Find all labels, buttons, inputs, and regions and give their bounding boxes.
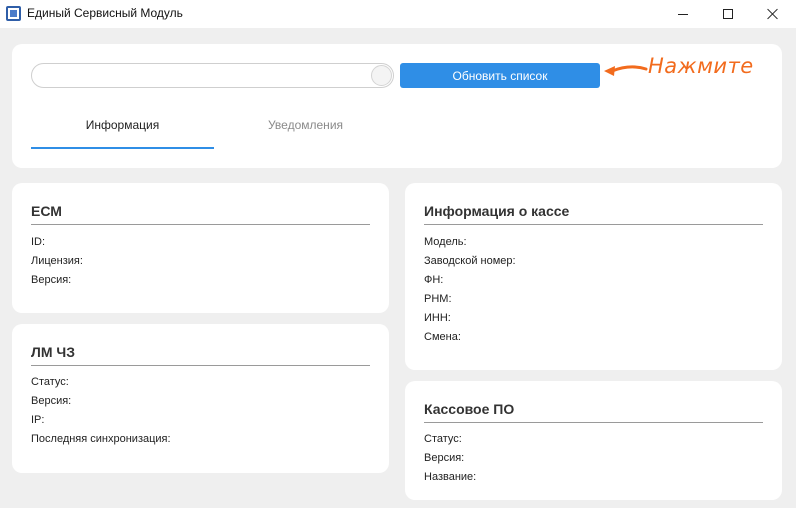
close-icon bbox=[767, 8, 779, 20]
active-tab-indicator bbox=[31, 147, 214, 149]
lm-card: ЛМ ЧЗ Статус: Версия: IP: Последняя синх… bbox=[12, 324, 389, 473]
kassa-field-shift: Смена: bbox=[424, 331, 461, 343]
kassa-po-card: Кассовое ПО Статус: Версия: Название: bbox=[405, 381, 782, 500]
tab-notifications-label: Уведомления bbox=[267, 118, 344, 132]
tab-information-label: Информация bbox=[85, 118, 160, 132]
maximize-button[interactable] bbox=[705, 0, 751, 28]
kassa-field-model: Модель: bbox=[424, 236, 467, 248]
divider bbox=[31, 365, 370, 366]
kassa-po-field-version: Версия: bbox=[424, 452, 465, 464]
ecm-card: ЕСМ ID: Лицензия: Версия: bbox=[12, 183, 389, 313]
kassa-field-fn: ФН: bbox=[424, 274, 444, 286]
ecm-title: ЕСМ bbox=[31, 203, 62, 219]
search-clear-handle[interactable] bbox=[371, 65, 392, 86]
lm-title: ЛМ ЧЗ bbox=[31, 344, 75, 360]
kassa-field-serial: Заводской номер: bbox=[424, 255, 516, 267]
ecm-field-id: ID: bbox=[31, 236, 46, 248]
annotation-text: Нажмите bbox=[648, 54, 754, 78]
ecm-field-version: Версия: bbox=[31, 274, 72, 286]
close-button[interactable] bbox=[750, 0, 796, 28]
title-bar: Единый Сервисный Модуль bbox=[0, 0, 796, 28]
maximize-icon bbox=[723, 9, 733, 19]
lm-field-ip: IP: bbox=[31, 414, 45, 426]
kassa-po-title: Кассовое ПО bbox=[424, 401, 515, 417]
minimize-button[interactable] bbox=[660, 0, 706, 28]
minimize-icon bbox=[678, 13, 688, 15]
tab-notifications[interactable]: Уведомления bbox=[214, 118, 397, 148]
refresh-list-button[interactable]: Обновить список bbox=[400, 63, 600, 88]
kassa-field-inn: ИНН: bbox=[424, 312, 451, 324]
ecm-field-license: Лицензия: bbox=[31, 255, 83, 267]
kassa-po-field-name: Название: bbox=[424, 471, 477, 483]
divider bbox=[424, 422, 763, 423]
app-icon bbox=[6, 6, 21, 21]
search-input[interactable] bbox=[31, 63, 394, 88]
tab-information[interactable]: Информация bbox=[31, 118, 214, 148]
kassa-title: Информация о кассе bbox=[424, 203, 570, 219]
kassa-info-card: Информация о кассе Модель: Заводской ном… bbox=[405, 183, 782, 370]
kassa-po-field-status: Статус: bbox=[424, 433, 462, 445]
kassa-field-rnm: РНМ: bbox=[424, 293, 452, 305]
lm-field-version: Версия: bbox=[31, 395, 72, 407]
divider bbox=[424, 224, 763, 225]
lm-field-status: Статус: bbox=[31, 376, 69, 388]
divider bbox=[31, 224, 370, 225]
lm-field-last-sync: Последняя синхронизация: bbox=[31, 433, 171, 445]
window-title: Единый Сервисный Модуль bbox=[27, 6, 183, 20]
annotation-arrow-icon bbox=[604, 65, 648, 76]
